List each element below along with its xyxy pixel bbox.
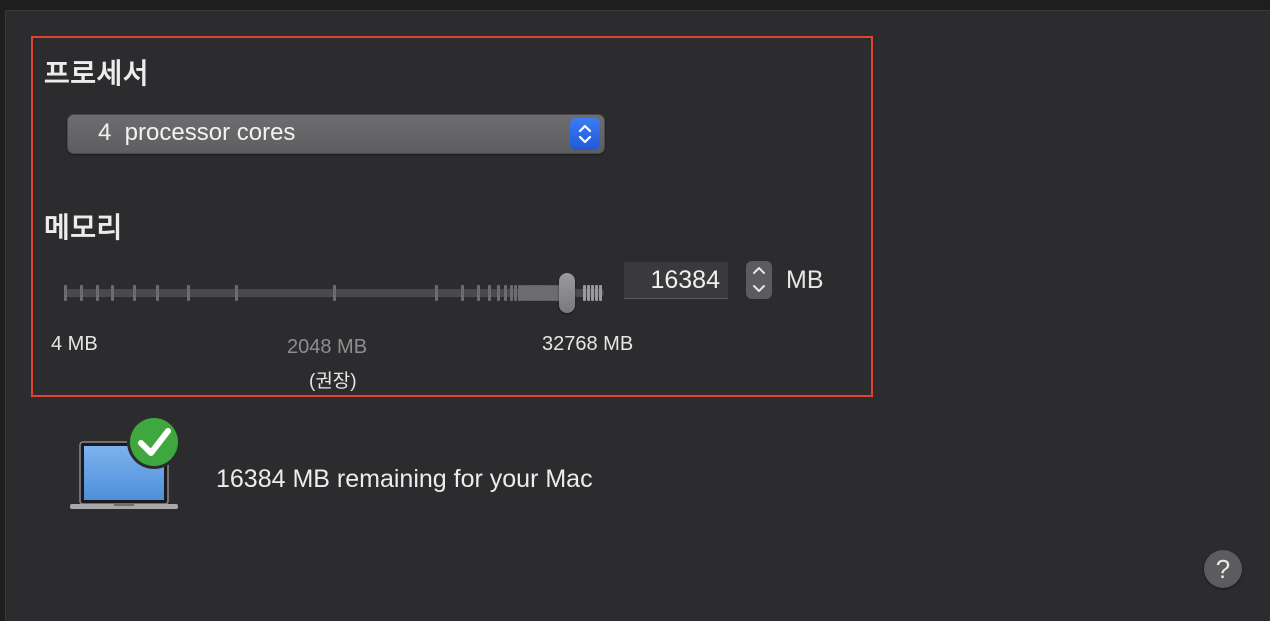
processor-popup-value: 4 processor cores: [98, 119, 296, 146]
slider-tick: [595, 285, 598, 301]
slider-tick: [510, 285, 513, 301]
memory-recommended-note: (권장): [309, 371, 357, 392]
laptop-checkmark-icon: [66, 412, 186, 512]
stepper-down-chevron-icon[interactable]: [746, 280, 772, 299]
slider-tick: [187, 285, 190, 301]
processor-title: 프로세서: [44, 57, 150, 90]
slider-tick: [80, 285, 83, 301]
memory-max-label: 32768 MB: [542, 333, 634, 355]
slider-tick: [235, 285, 238, 301]
memory-stepper[interactable]: [746, 261, 772, 299]
memory-title: 메모리: [44, 211, 123, 244]
slider-tick: [504, 285, 507, 301]
slider-tick: [435, 285, 438, 301]
slider-tick: [583, 285, 586, 301]
slider-tick: [514, 285, 517, 301]
slider-tick: [599, 285, 602, 301]
remaining-memory-text: 16384 MB remaining for your Mac: [216, 465, 593, 493]
slider-tick: [461, 285, 464, 301]
slider-tick: [497, 285, 500, 301]
slider-tick: [587, 285, 590, 301]
memory-recommended-label: 2048 MB: [287, 336, 368, 358]
help-button[interactable]: ?: [1204, 550, 1242, 588]
stepper-up-chevron-icon[interactable]: [746, 261, 772, 280]
slider-tick: [111, 285, 114, 301]
slider-tick: [488, 285, 491, 301]
highlight-box: [31, 36, 873, 397]
processor-popup[interactable]: 4 processor cores: [67, 114, 605, 154]
memory-value-field[interactable]: 16384: [624, 262, 728, 299]
slider-tick: [333, 285, 336, 301]
slider-tick: [133, 285, 136, 301]
slider-tick: [64, 285, 67, 301]
memory-slider-knob[interactable]: [559, 273, 575, 313]
slider-tick: [96, 285, 99, 301]
memory-min-label: 4 MB: [51, 333, 98, 355]
updown-chevron-icon: [570, 118, 600, 150]
slider-tick: [477, 285, 480, 301]
slider-tick: [156, 285, 159, 301]
slider-tick: [591, 285, 594, 301]
memory-unit-label: MB: [786, 266, 824, 294]
